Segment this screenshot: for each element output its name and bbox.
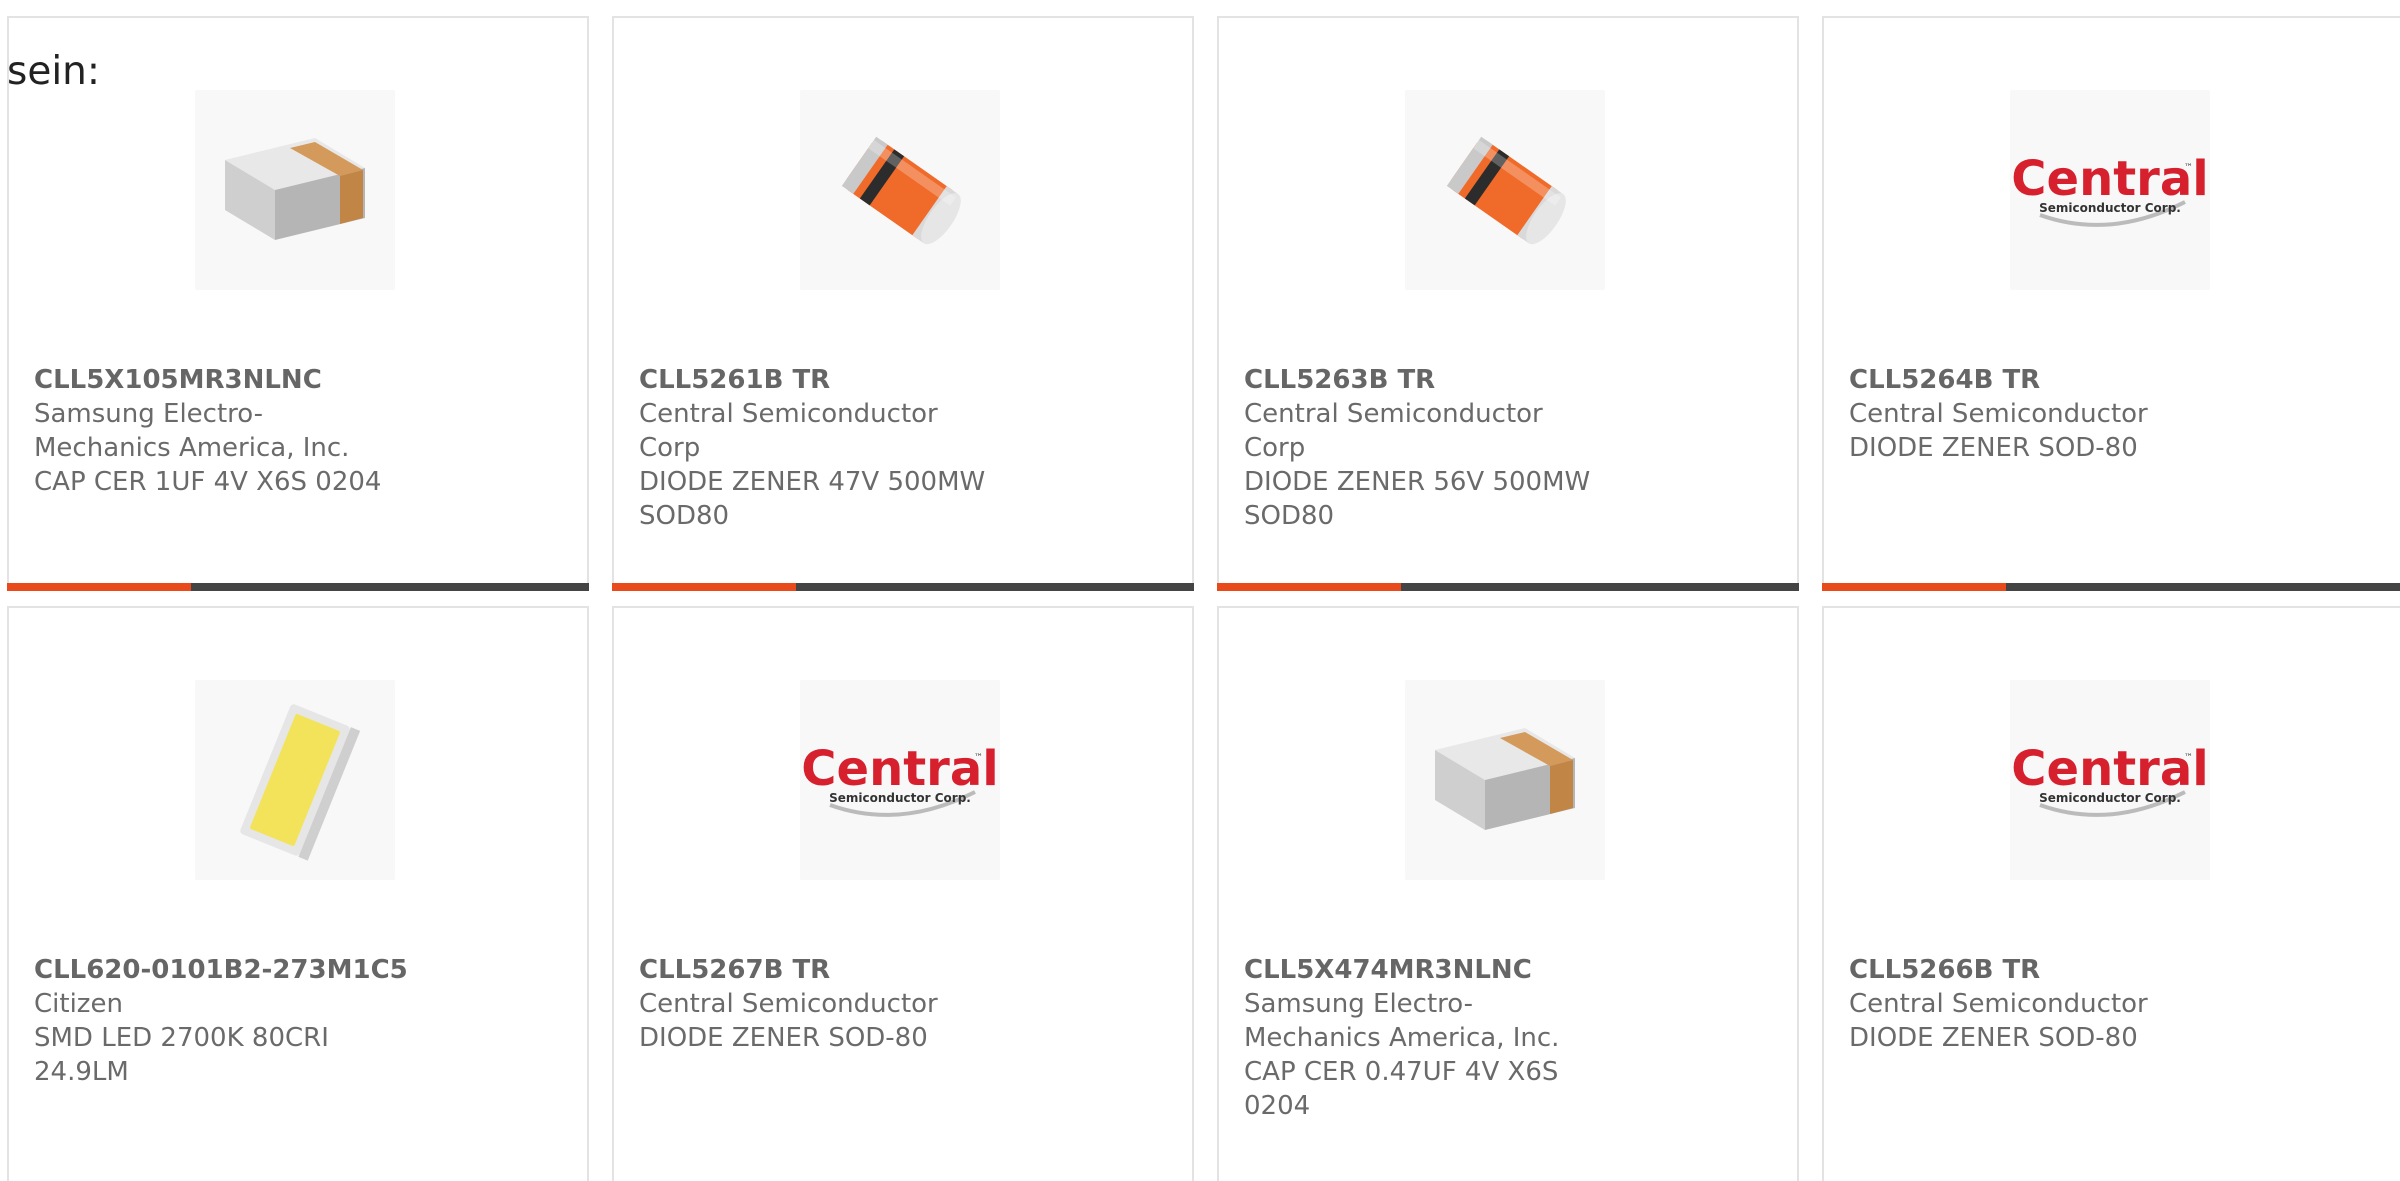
card-accent-highlight [1217, 583, 1401, 591]
product-description: CAP CER 0.47UF 4V X6S 0204 [1244, 1057, 1559, 1121]
product-description: DIODE ZENER SOD-80 [1849, 433, 2138, 463]
svg-text:™: ™ [974, 753, 983, 763]
product-card[interactable]: Central ™ Semiconductor Corp. CLL5264B TR Ce… [1822, 16, 2400, 591]
svg-text:™: ™ [2184, 163, 2193, 173]
product-description: DIODE ZENER 56V 500MW SOD80 [1244, 467, 1591, 531]
product-part-number[interactable]: CLL5267B TR [639, 953, 1159, 987]
product-description: CAP CER 1UF 4V X6S 0204 [34, 467, 382, 497]
product-card[interactable]: CLL620-0101B2-273M1C5 Citizen SMD LED 2700… [7, 606, 589, 1181]
intro-text: sein: [7, 49, 101, 94]
product-manufacturer: Central Semiconductor [1849, 989, 2148, 1019]
product-info: CLL5267B TR Central Semiconductor DIODE ZE… [639, 953, 1159, 1055]
product-info: CLL5264B TR Central Semiconductor DIODE ZE… [1849, 363, 2369, 465]
ceramic-capacitor-image[interactable] [1405, 680, 1605, 880]
product-manufacturer: Samsung Electro-Mechanics America, Inc. [34, 399, 350, 463]
product-manufacturer: Citizen [34, 989, 123, 1019]
product-part-number[interactable]: CLL5264B TR [1849, 363, 2369, 397]
smd-led-image[interactable] [195, 680, 395, 880]
product-manufacturer: Central Semiconductor [1849, 399, 2148, 429]
product-info: CLL5263B TR Central Semiconductor Corp DIO… [1244, 363, 1764, 533]
product-info: CLL5X105MR3NLNC Samsung Electro-Mechanics… [34, 363, 554, 499]
central-logo-image[interactable]: Central ™ Semiconductor Corp. [2010, 680, 2210, 880]
product-info: CLL5X474MR3NLNC Samsung Electro-Mechanics… [1244, 953, 1764, 1123]
central-logo-image[interactable]: Central ™ Semiconductor Corp. [2010, 90, 2210, 290]
product-info: CLL620-0101B2-273M1C5 Citizen SMD LED 2700… [34, 953, 554, 1089]
product-card[interactable]: CLL5X474MR3NLNC Samsung Electro-Mechanics… [1217, 606, 1799, 1181]
product-part-number[interactable]: CLL5X474MR3NLNC [1244, 953, 1764, 987]
product-info: CLL5261B TR Central Semiconductor Corp DIO… [639, 363, 1159, 533]
card-accent-highlight [1822, 583, 2006, 591]
product-manufacturer: Central Semiconductor [639, 989, 938, 1019]
product-manufacturer: Central Semiconductor Corp [639, 399, 938, 463]
product-part-number[interactable]: CLL620-0101B2-273M1C5 [34, 953, 554, 987]
svg-text:Central: Central [2011, 151, 2208, 207]
product-description: DIODE ZENER SOD-80 [639, 1023, 928, 1053]
svg-text:Semiconductor Corp.: Semiconductor Corp. [2039, 201, 2181, 215]
product-card[interactable]: CLL5261B TR Central Semiconductor Corp DIO… [612, 16, 1194, 591]
svg-text:Semiconductor Corp.: Semiconductor Corp. [829, 791, 971, 805]
product-part-number[interactable]: CLL5263B TR [1244, 363, 1764, 397]
product-card[interactable]: CLL5X105MR3NLNC Samsung Electro-Mechanics… [7, 16, 589, 591]
svg-text:™: ™ [2184, 753, 2193, 763]
zener-diode-image[interactable] [1405, 90, 1605, 290]
product-description: DIODE ZENER SOD-80 [1849, 1023, 2138, 1053]
product-description: SMD LED 2700K 80CRI 24.9LM [34, 1023, 329, 1087]
svg-text:Central: Central [801, 741, 998, 797]
product-manufacturer: Central Semiconductor Corp [1244, 399, 1543, 463]
card-accent-bar [7, 583, 589, 591]
svg-text:Central: Central [2011, 741, 2208, 797]
product-part-number[interactable]: CLL5X105MR3NLNC [34, 363, 554, 397]
product-part-number[interactable]: CLL5266B TR [1849, 953, 2369, 987]
svg-text:Semiconductor Corp.: Semiconductor Corp. [2039, 791, 2181, 805]
product-info: CLL5266B TR Central Semiconductor DIODE ZE… [1849, 953, 2369, 1055]
card-accent-bar [1217, 583, 1799, 591]
product-part-number[interactable]: CLL5261B TR [639, 363, 1159, 397]
product-manufacturer: Samsung Electro-Mechanics America, Inc. [1244, 989, 1560, 1053]
card-accent-highlight [7, 583, 191, 591]
central-logo-image[interactable]: Central ™ Semiconductor Corp. [800, 680, 1000, 880]
product-description: DIODE ZENER 47V 500MW SOD80 [639, 467, 986, 531]
product-card[interactable]: Central ™ Semiconductor Corp. CLL5266B TR Ce… [1822, 606, 2400, 1181]
card-accent-highlight [612, 583, 796, 591]
zener-diode-image[interactable] [800, 90, 1000, 290]
card-accent-bar [1822, 583, 2400, 591]
card-accent-bar [612, 583, 1194, 591]
product-card[interactable]: CLL5263B TR Central Semiconductor Corp DIO… [1217, 16, 1799, 591]
product-card[interactable]: Central ™ Semiconductor Corp. CLL5267B TR Ce… [612, 606, 1194, 1181]
ceramic-capacitor-image[interactable] [195, 90, 395, 290]
